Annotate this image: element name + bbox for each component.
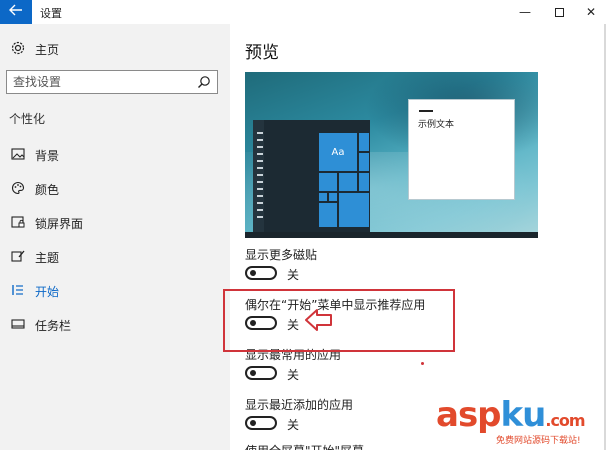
- preview-sample-window: 示例文本: [408, 99, 515, 200]
- search-input[interactable]: [7, 71, 193, 93]
- annotation-dot: [421, 362, 424, 365]
- start-icon: [11, 283, 25, 297]
- toggle-knob: [250, 370, 256, 376]
- sidebar-item-label: 颜色: [35, 183, 60, 197]
- page-title: 预览: [245, 43, 279, 63]
- annotation-highlight-box: [223, 289, 455, 352]
- sidebar-item-label: 主页: [35, 43, 60, 57]
- setting-label: 显示更多磁贴: [245, 248, 318, 262]
- sidebar-item-color[interactable]: 颜色: [0, 176, 230, 200]
- scrollbar[interactable]: [604, 24, 606, 450]
- toggle-state-text: 关: [287, 368, 300, 382]
- taskbar-icon: [11, 317, 25, 331]
- maximize-button[interactable]: [542, 0, 576, 24]
- maximize-icon: [554, 7, 564, 17]
- preview-rail-icons: [257, 132, 271, 223]
- close-button[interactable]: ✕: [574, 0, 608, 24]
- setting-label: 显示最近添加的应用: [245, 398, 354, 412]
- preview-tile-aa: Aa: [318, 132, 358, 172]
- start-preview: Aa 示例文本: [245, 72, 538, 238]
- sidebar-item-taskbar[interactable]: 任务栏: [0, 312, 230, 336]
- title-bar: 设置 — ✕: [0, 0, 608, 24]
- preview-tile: [318, 202, 338, 228]
- sidebar-item-label: 任务栏: [35, 319, 72, 333]
- theme-icon: [11, 249, 25, 263]
- preview-tiles: Aa: [318, 132, 370, 228]
- toggle-state-text: 关: [287, 418, 300, 432]
- preview-sample-accent: [419, 110, 433, 112]
- preview-tile: [328, 192, 338, 202]
- watermark-sub: 免费网站源码下载站!: [496, 436, 581, 446]
- minimize-button[interactable]: —: [508, 0, 542, 24]
- annotation-arrow-icon: [305, 308, 333, 332]
- main-content: 预览 Aa 示例文本 显示更多磁贴 关 偶尔在“开始”菜单中显示推荐应用 关 显…: [230, 24, 608, 450]
- preview-tile: [338, 172, 358, 192]
- preview-tile: [338, 192, 370, 228]
- preview-taskbar: [245, 232, 538, 238]
- show-most-used-toggle[interactable]: [245, 366, 277, 380]
- preview-tile: [318, 192, 328, 202]
- show-recently-added-toggle[interactable]: [245, 416, 277, 430]
- toggle-knob: [250, 420, 256, 426]
- window-title: 设置: [40, 7, 62, 20]
- preview-tile: [358, 152, 370, 172]
- search-box: [6, 70, 218, 94]
- watermark-logo: aspku.com 免费网站源码下载站!: [436, 395, 606, 449]
- preview-sample-text: 示例文本: [418, 120, 455, 130]
- sidebar-item-label: 锁屏界面: [35, 217, 84, 231]
- sidebar-item-start[interactable]: 开始: [0, 278, 230, 302]
- sidebar-item-themes[interactable]: 主题: [0, 244, 230, 268]
- palette-icon: [11, 181, 25, 195]
- back-button[interactable]: [0, 0, 32, 24]
- toggle-knob: [250, 270, 256, 276]
- sidebar-item-home[interactable]: 主页: [0, 38, 230, 60]
- picture-icon: [11, 147, 25, 161]
- toggle-state-text: 关: [287, 268, 300, 282]
- setting-label-cut-off: 使用全屏幕"开始"屏幕: [245, 442, 364, 450]
- sidebar-item-label: 主题: [35, 251, 60, 265]
- sidebar-item-background[interactable]: 背景: [0, 142, 230, 166]
- lock-screen-icon: [11, 215, 25, 229]
- sidebar-item-label: 开始: [35, 285, 60, 299]
- preview-tile: [358, 172, 370, 192]
- sidebar: 主页 个性化 背景 颜色 锁屏界面 主题 开始: [0, 24, 230, 450]
- section-label-personalization: 个性化: [9, 112, 46, 126]
- preview-start-menu: Aa: [253, 120, 370, 238]
- preview-tile: [358, 132, 370, 152]
- search-icon[interactable]: [197, 75, 211, 89]
- gear-icon: [11, 41, 25, 55]
- arrow-left-icon: [9, 4, 23, 20]
- show-more-tiles-toggle[interactable]: [245, 266, 277, 280]
- sidebar-item-label: 背景: [35, 149, 60, 163]
- sidebar-item-lock-screen[interactable]: 锁屏界面: [0, 210, 230, 234]
- preview-tile: [318, 172, 338, 192]
